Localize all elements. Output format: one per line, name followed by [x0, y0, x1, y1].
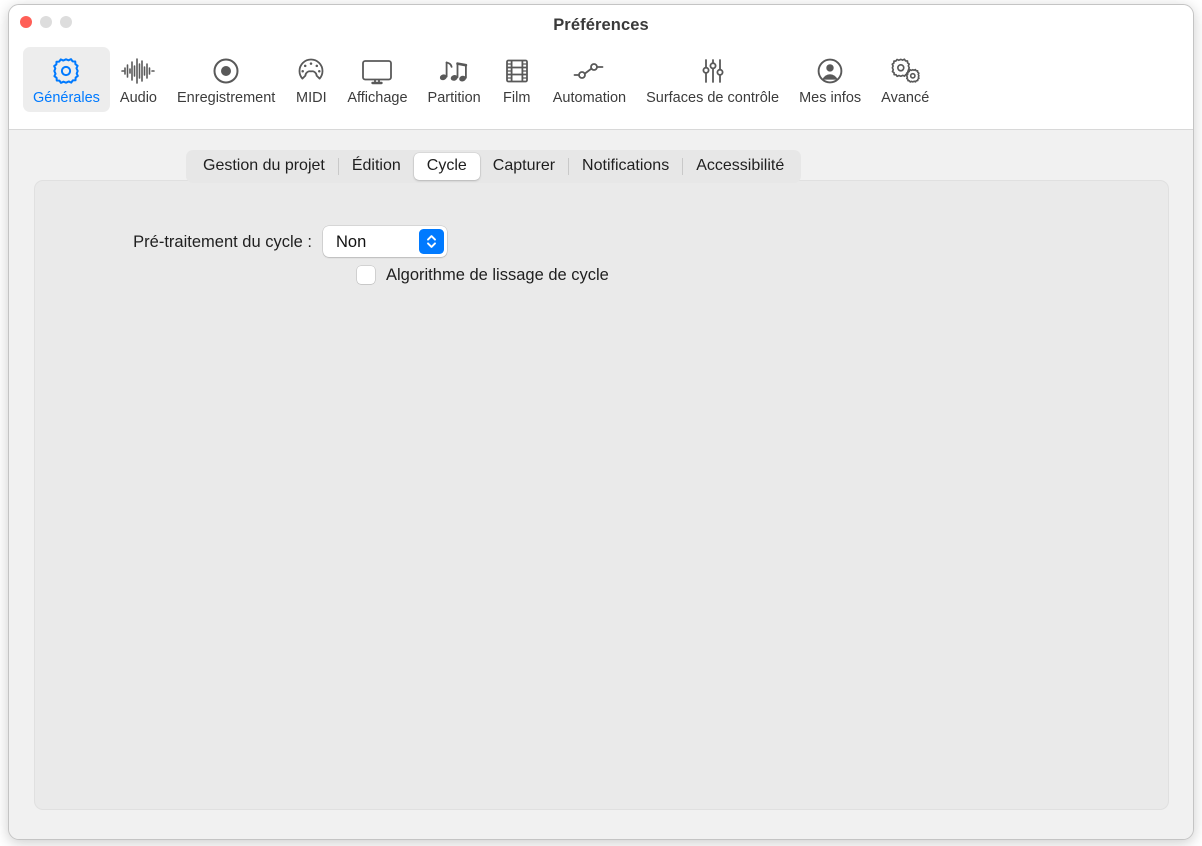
toolbar-item-label: Générales: [33, 90, 100, 106]
toolbar-item-label: Audio: [119, 90, 157, 106]
toolbar-item-label: Affichage: [347, 90, 408, 106]
preprocess-label: Pré-traitement du cycle :: [133, 232, 312, 251]
tab-label: Cycle: [426, 157, 467, 174]
toolbar-item-midi[interactable]: MIDI: [285, 47, 337, 112]
window-body: Pré-traitement du cycle : Non Algorithme…: [9, 130, 1193, 839]
record-icon: [211, 54, 241, 88]
waveform-icon: [121, 54, 156, 88]
tab-edition[interactable]: Édition: [339, 153, 414, 180]
preprocess-row: Pré-traitement du cycle : Non: [46, 226, 447, 257]
film-strip-icon: [502, 54, 532, 88]
midi-connector-icon: [296, 54, 326, 88]
toolbar-item-label: Avancé: [881, 90, 930, 106]
screenshot-root: Préférences Générales Audio Enregistreme…: [0, 0, 1202, 846]
toolbar-item-film[interactable]: Film: [491, 47, 543, 112]
tab-capturer[interactable]: Capturer: [480, 153, 568, 180]
tab-label: Édition: [351, 157, 401, 174]
window-titlebar: Préférences Générales Audio Enregistreme…: [9, 5, 1193, 130]
smoothing-checkbox-row[interactable]: Algorithme de lissage de cycle: [357, 265, 609, 285]
toolbar-item-mes-infos[interactable]: Mes infos: [789, 47, 871, 112]
tab-label: Gestion du projet: [203, 157, 325, 174]
toolbar-item-label: Surfaces de contrôle: [646, 90, 780, 106]
tab-notifications[interactable]: Notifications: [569, 153, 682, 180]
smoothing-row: Algorithme de lissage de cycle: [46, 265, 609, 285]
tab-accessibilite[interactable]: Accessibilité: [683, 153, 797, 180]
preferences-toolbar: Générales Audio Enregistrement MIDI Affi…: [9, 47, 1193, 123]
tab-cycle[interactable]: Cycle: [413, 153, 480, 180]
toolbar-item-affichage[interactable]: Affichage: [337, 47, 417, 112]
settings-tab-bar: Gestion du projet Édition Cycle Capturer…: [186, 150, 802, 183]
preprocess-popup-value: Non: [336, 232, 367, 251]
settings-panel: Pré-traitement du cycle : Non Algorithme…: [34, 180, 1169, 810]
smoothing-checkbox-label: Algorithme de lissage de cycle: [386, 266, 609, 284]
tab-gestion-du-projet[interactable]: Gestion du projet: [190, 153, 338, 180]
display-icon: [360, 54, 394, 88]
toolbar-item-surfaces-de-controle[interactable]: Surfaces de contrôle: [636, 47, 789, 112]
toolbar-item-avance[interactable]: Avancé: [871, 47, 939, 112]
toolbar-item-partition[interactable]: Partition: [418, 47, 491, 112]
preferences-window: Préférences Générales Audio Enregistreme…: [8, 4, 1194, 840]
toolbar-item-label: Mes infos: [799, 90, 862, 106]
preprocess-popup-button[interactable]: Non: [323, 226, 447, 257]
gear-icon: [51, 54, 81, 88]
toolbar-item-label: Enregistrement: [177, 90, 276, 106]
tab-label: Capturer: [492, 157, 556, 174]
double-gear-icon: [888, 54, 922, 88]
music-notes-icon: [437, 54, 471, 88]
toolbar-item-label: Automation: [552, 90, 627, 106]
toolbar-item-automation[interactable]: Automation: [543, 47, 636, 112]
smoothing-checkbox[interactable]: [357, 266, 375, 284]
person-circle-icon: [815, 54, 845, 88]
window-title: Préférences: [553, 16, 649, 34]
tab-label: Accessibilité: [696, 157, 785, 174]
automation-nodes-icon: [572, 54, 606, 88]
chevron-up-down-icon: [419, 229, 444, 254]
toolbar-item-label: MIDI: [296, 90, 327, 106]
toolbar-item-label: Film: [503, 90, 531, 106]
toolbar-item-generales[interactable]: Générales: [23, 47, 110, 112]
toolbar-item-label: Partition: [427, 90, 481, 106]
tab-label: Notifications: [582, 157, 670, 174]
sliders-icon: [698, 54, 728, 88]
toolbar-item-enregistrement[interactable]: Enregistrement: [167, 47, 285, 112]
toolbar-item-audio[interactable]: Audio: [110, 47, 167, 112]
